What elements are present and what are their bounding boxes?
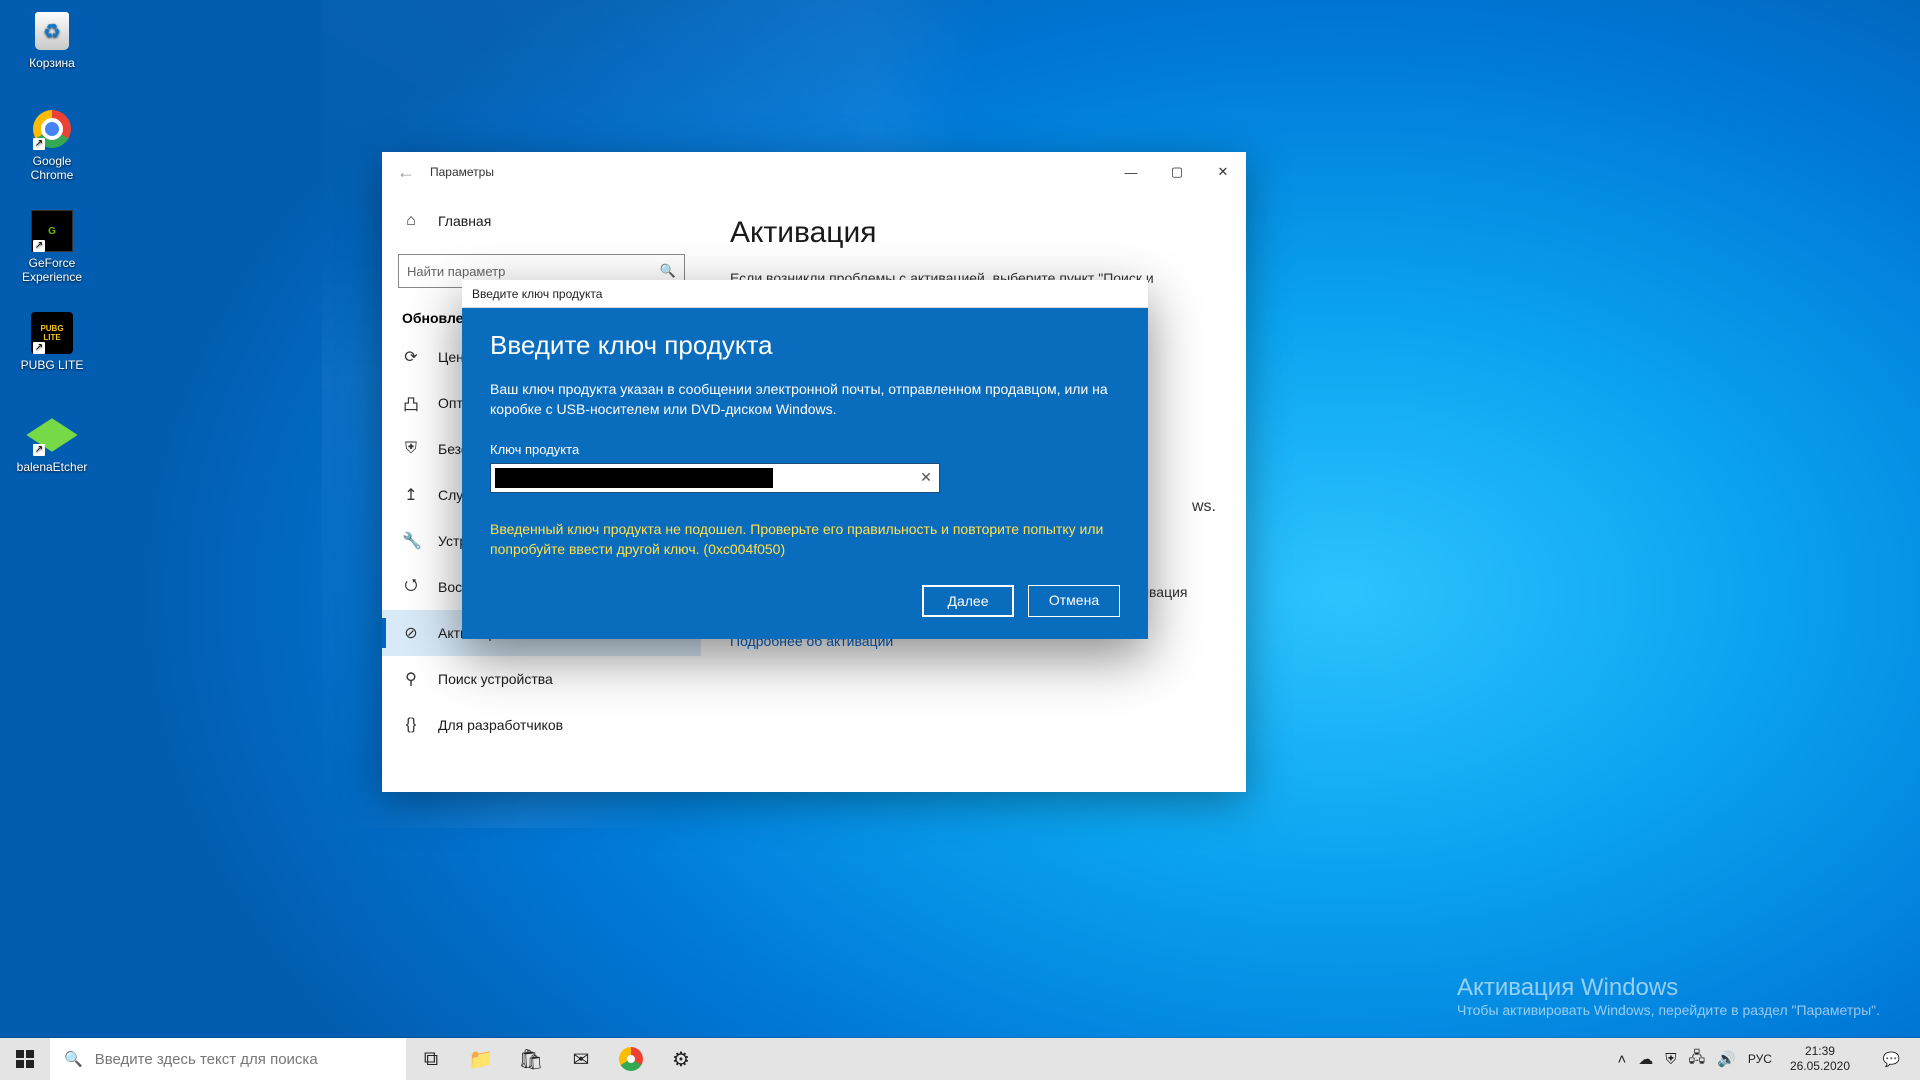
volume-icon[interactable]: 🔊 xyxy=(1717,1050,1736,1068)
product-key-label: Ключ продукта xyxy=(490,442,1120,457)
maximize-button[interactable]: ▢ xyxy=(1154,152,1200,192)
taskbar-search-input[interactable]: 🔍 Введите здесь текст для поиска xyxy=(50,1038,406,1080)
taskbar-app-settings[interactable]: ⚙ xyxy=(656,1038,706,1080)
desktop-icon-label: GeForce Experience xyxy=(12,256,92,284)
security-tray-icon[interactable]: ⛨ xyxy=(1665,1051,1676,1068)
taskbar-search-placeholder: Введите здесь текст для поиска xyxy=(95,1051,318,1068)
close-button[interactable]: ✕ xyxy=(1200,152,1246,192)
recovery-icon: ⭯ xyxy=(402,574,420,601)
taskbar-app-mail[interactable]: ✉ xyxy=(556,1038,606,1080)
language-indicator[interactable]: РУС xyxy=(1748,1052,1772,1066)
product-key-error-text: Введенный ключ продукта не подошел. Пров… xyxy=(490,519,1120,560)
recycle-bin-icon xyxy=(31,10,73,52)
etcher-icon: ↗ xyxy=(31,414,73,456)
product-key-value-redacted xyxy=(495,468,773,488)
desktop-icon-label: balenaEtcher xyxy=(12,460,92,474)
taskbar-app-explorer[interactable]: 📁 xyxy=(456,1038,506,1080)
wrench-icon: 🔧 xyxy=(402,531,420,551)
activation-watermark: Активация Windows Чтобы активировать Win… xyxy=(1457,974,1880,1018)
dialog-heading: Введите ключ продукта xyxy=(490,330,1120,361)
folder-icon: 📁 xyxy=(468,1046,494,1072)
sync-icon: ⟳ xyxy=(402,347,420,367)
start-button[interactable] xyxy=(0,1038,50,1080)
window-title: Параметры xyxy=(430,165,1108,179)
network-icon[interactable]: 🖧 xyxy=(1688,1047,1705,1072)
sidebar-item-label: Поиск устройства xyxy=(438,671,553,687)
sidebar-item-label: Для разработчиков xyxy=(438,717,563,733)
watermark-subtitle: Чтобы активировать Windows, перейдите в … xyxy=(1457,1002,1880,1018)
check-icon: ⊘ xyxy=(402,623,420,643)
desktop-icon-etcher[interactable]: ↗ balenaEtcher xyxy=(12,414,92,474)
desktop-icon-label: Корзина xyxy=(12,56,92,70)
sidebar-item-label: Главная xyxy=(438,213,491,229)
geforce-icon: G↗ xyxy=(31,210,73,252)
task-view-button[interactable]: ⧉ xyxy=(406,1038,456,1080)
watermark-title: Активация Windows xyxy=(1457,974,1880,1002)
dev-icon: {} xyxy=(402,716,420,734)
page-title: Активация xyxy=(730,216,1218,250)
taskbar: 🔍 Введите здесь текст для поиска ⧉ 📁 🛍 ✉… xyxy=(0,1038,1920,1080)
dialog-description: Ваш ключ продукта указан в сообщении эле… xyxy=(490,379,1120,420)
clear-input-icon[interactable]: ✕ xyxy=(913,469,939,486)
search-icon: 🔍 xyxy=(64,1050,83,1068)
tray-overflow-icon[interactable]: ˄ xyxy=(1617,1051,1626,1068)
sidebar-item-developers[interactable]: {} Для разработчиков xyxy=(382,702,701,748)
action-center-button[interactable]: 💬 xyxy=(1868,1051,1914,1068)
desktop-icon-pubg[interactable]: PUBGLITE↗ PUBG LITE xyxy=(12,312,92,372)
search-placeholder: Найти параметр xyxy=(407,264,505,279)
location-icon: ⚲ xyxy=(402,669,420,689)
gear-icon: ⚙ xyxy=(668,1046,694,1072)
desktop-icon-label: PUBG LITE xyxy=(12,358,92,372)
next-button[interactable]: Далее xyxy=(922,585,1014,617)
onedrive-icon[interactable]: ☁ xyxy=(1638,1050,1653,1068)
store-icon: 🛍 xyxy=(518,1046,544,1072)
product-key-dialog: Введите ключ продукта Введите ключ проду… xyxy=(462,280,1148,639)
search-icon: 🔍 xyxy=(660,263,676,279)
shield-icon: ⛨ xyxy=(402,440,420,458)
delivery-icon: 凸 xyxy=(402,391,420,415)
chrome-icon xyxy=(618,1046,644,1072)
cancel-button[interactable]: Отмена xyxy=(1028,585,1120,617)
window-titlebar[interactable]: ← Параметры — ▢ ✕ xyxy=(382,152,1246,192)
task-view-icon: ⧉ xyxy=(418,1046,444,1072)
taskbar-app-chrome[interactable] xyxy=(606,1038,656,1080)
system-tray: ˄ ☁ ⛨ 🖧 🔊 РУС 21:39 26.05.2020 💬 xyxy=(1611,1038,1920,1080)
notification-icon: 💬 xyxy=(1883,1051,1900,1068)
dialog-titlebar[interactable]: Введите ключ продукта xyxy=(462,280,1148,308)
taskbar-app-store[interactable]: 🛍 xyxy=(506,1038,556,1080)
backup-icon: ↥ xyxy=(402,485,420,505)
minimize-button[interactable]: — xyxy=(1108,152,1154,192)
clock-date: 26.05.2020 xyxy=(1790,1059,1850,1074)
desktop-icon-label: Google Chrome xyxy=(12,154,92,182)
desktop-icon-geforce[interactable]: G↗ GeForce Experience xyxy=(12,210,92,284)
desktop-icon-recycle-bin[interactable]: Корзина xyxy=(12,10,92,70)
product-key-input[interactable]: ✕ xyxy=(490,463,940,493)
mail-icon: ✉ xyxy=(568,1046,594,1072)
taskbar-clock[interactable]: 21:39 26.05.2020 xyxy=(1784,1044,1856,1074)
sidebar-item-find-device[interactable]: ⚲ Поиск устройства xyxy=(382,656,701,702)
sidebar-item-home[interactable]: ⌂ Главная xyxy=(382,198,701,244)
back-icon[interactable]: ← xyxy=(382,162,430,183)
chrome-icon: ↗ xyxy=(31,108,73,150)
windows-logo-icon xyxy=(16,1050,34,1068)
desktop-icon-chrome[interactable]: ↗ Google Chrome xyxy=(12,108,92,182)
home-icon: ⌂ xyxy=(402,212,420,230)
pubg-icon: PUBGLITE↗ xyxy=(31,312,73,354)
clock-time: 21:39 xyxy=(1790,1044,1850,1059)
